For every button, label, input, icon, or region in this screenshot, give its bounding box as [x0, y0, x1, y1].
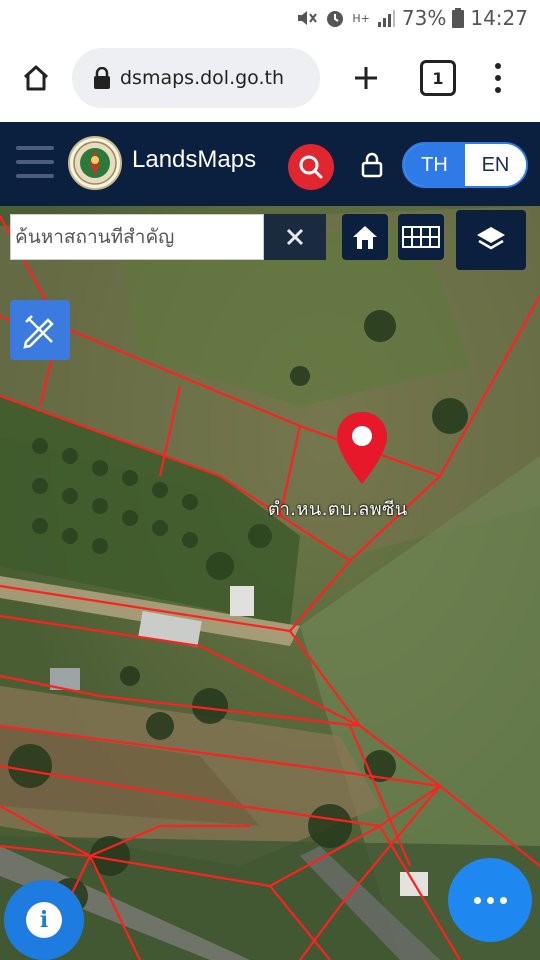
clear-search-icon[interactable] [264, 214, 326, 260]
brand-name: LandsMaps [132, 146, 257, 173]
signal-icon [376, 8, 396, 28]
address-bar[interactable]: dsmaps.dol.go.th [72, 48, 320, 108]
location-marker-icon[interactable] [334, 410, 390, 486]
satellite-imagery [0, 206, 540, 960]
mute-icon [296, 8, 318, 28]
parcel-label: ตำ.หน.ตบ.ลพซีน [268, 499, 408, 520]
hamburger-menu-icon[interactable] [16, 146, 54, 178]
browser-toolbar: dsmaps.dol.go.th 1 [0, 36, 540, 122]
status-bar: H+ 73% 14:27 [0, 0, 540, 36]
lock-icon [94, 67, 110, 89]
dol-logo [68, 136, 122, 190]
home-view-icon[interactable] [342, 214, 388, 260]
layers-icon[interactable] [456, 210, 526, 270]
url-text: dsmaps.dol.go.th [120, 67, 284, 89]
search-icon[interactable] [288, 144, 334, 190]
alarm-icon [324, 7, 346, 29]
lang-th-button[interactable]: TH [404, 144, 465, 186]
grid-icon[interactable] [398, 214, 444, 260]
draw-tools-icon[interactable] [10, 300, 70, 360]
login-lock-icon[interactable] [358, 150, 386, 180]
plus-icon[interactable] [346, 58, 386, 98]
battery-icon [452, 8, 465, 28]
app-header: LandsMaps TH EN [0, 122, 540, 206]
info-icon[interactable]: i [4, 880, 84, 960]
tabs-icon[interactable]: 1 [420, 60, 456, 96]
language-toggle: TH EN [402, 142, 528, 188]
map-view[interactable]: ตำ.หน.ตบ.ลพซีน i [0, 206, 540, 960]
home-icon[interactable] [16, 58, 56, 98]
place-search-input[interactable] [15, 226, 263, 248]
network-type: H+ [352, 11, 370, 25]
clock: 14:27 [470, 6, 528, 30]
tab-count: 1 [432, 68, 444, 88]
lang-en-button[interactable]: EN [465, 144, 526, 186]
more-options-icon[interactable] [448, 858, 532, 942]
battery-percent: 73% [401, 6, 447, 30]
overflow-menu-icon[interactable] [484, 58, 512, 98]
place-search-box[interactable] [10, 214, 264, 260]
